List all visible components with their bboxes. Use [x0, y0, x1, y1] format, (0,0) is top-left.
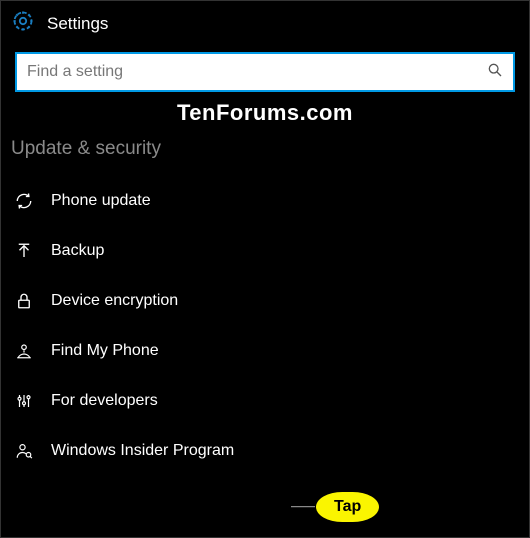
menu-item-backup[interactable]: Backup	[1, 226, 529, 276]
arrow-up-icon	[11, 242, 37, 260]
watermark-text: TenForums.com	[1, 100, 529, 126]
refresh-icon	[11, 192, 37, 210]
section-header: Update & security	[1, 132, 529, 176]
menu-item-phone-update[interactable]: Phone update	[1, 176, 529, 226]
settings-menu: Phone update Backup Device encryption	[1, 176, 529, 476]
search-input[interactable]	[27, 63, 487, 81]
page-title: Settings	[47, 14, 108, 34]
search-box[interactable]	[15, 52, 515, 92]
menu-item-for-developers[interactable]: For developers	[1, 376, 529, 426]
menu-label: Find My Phone	[51, 342, 159, 360]
callout-pointer	[291, 506, 315, 508]
settings-header: Settings	[1, 1, 529, 48]
search-icon	[487, 62, 503, 83]
callout-bubble: Tap	[315, 491, 380, 523]
menu-label: Device encryption	[51, 292, 178, 310]
menu-item-device-encryption[interactable]: Device encryption	[1, 276, 529, 326]
gear-icon	[11, 9, 35, 38]
find-phone-icon	[11, 342, 37, 360]
lock-icon	[11, 292, 37, 310]
developer-icon	[11, 392, 37, 410]
menu-label: Backup	[51, 242, 104, 260]
menu-label: Phone update	[51, 192, 151, 210]
menu-label: For developers	[51, 392, 158, 410]
menu-item-windows-insider-program[interactable]: Windows Insider Program	[1, 426, 529, 476]
menu-item-find-my-phone[interactable]: Find My Phone	[1, 326, 529, 376]
insider-icon	[11, 442, 37, 460]
menu-label: Windows Insider Program	[51, 442, 234, 460]
annotation-callout: Tap	[291, 491, 380, 523]
